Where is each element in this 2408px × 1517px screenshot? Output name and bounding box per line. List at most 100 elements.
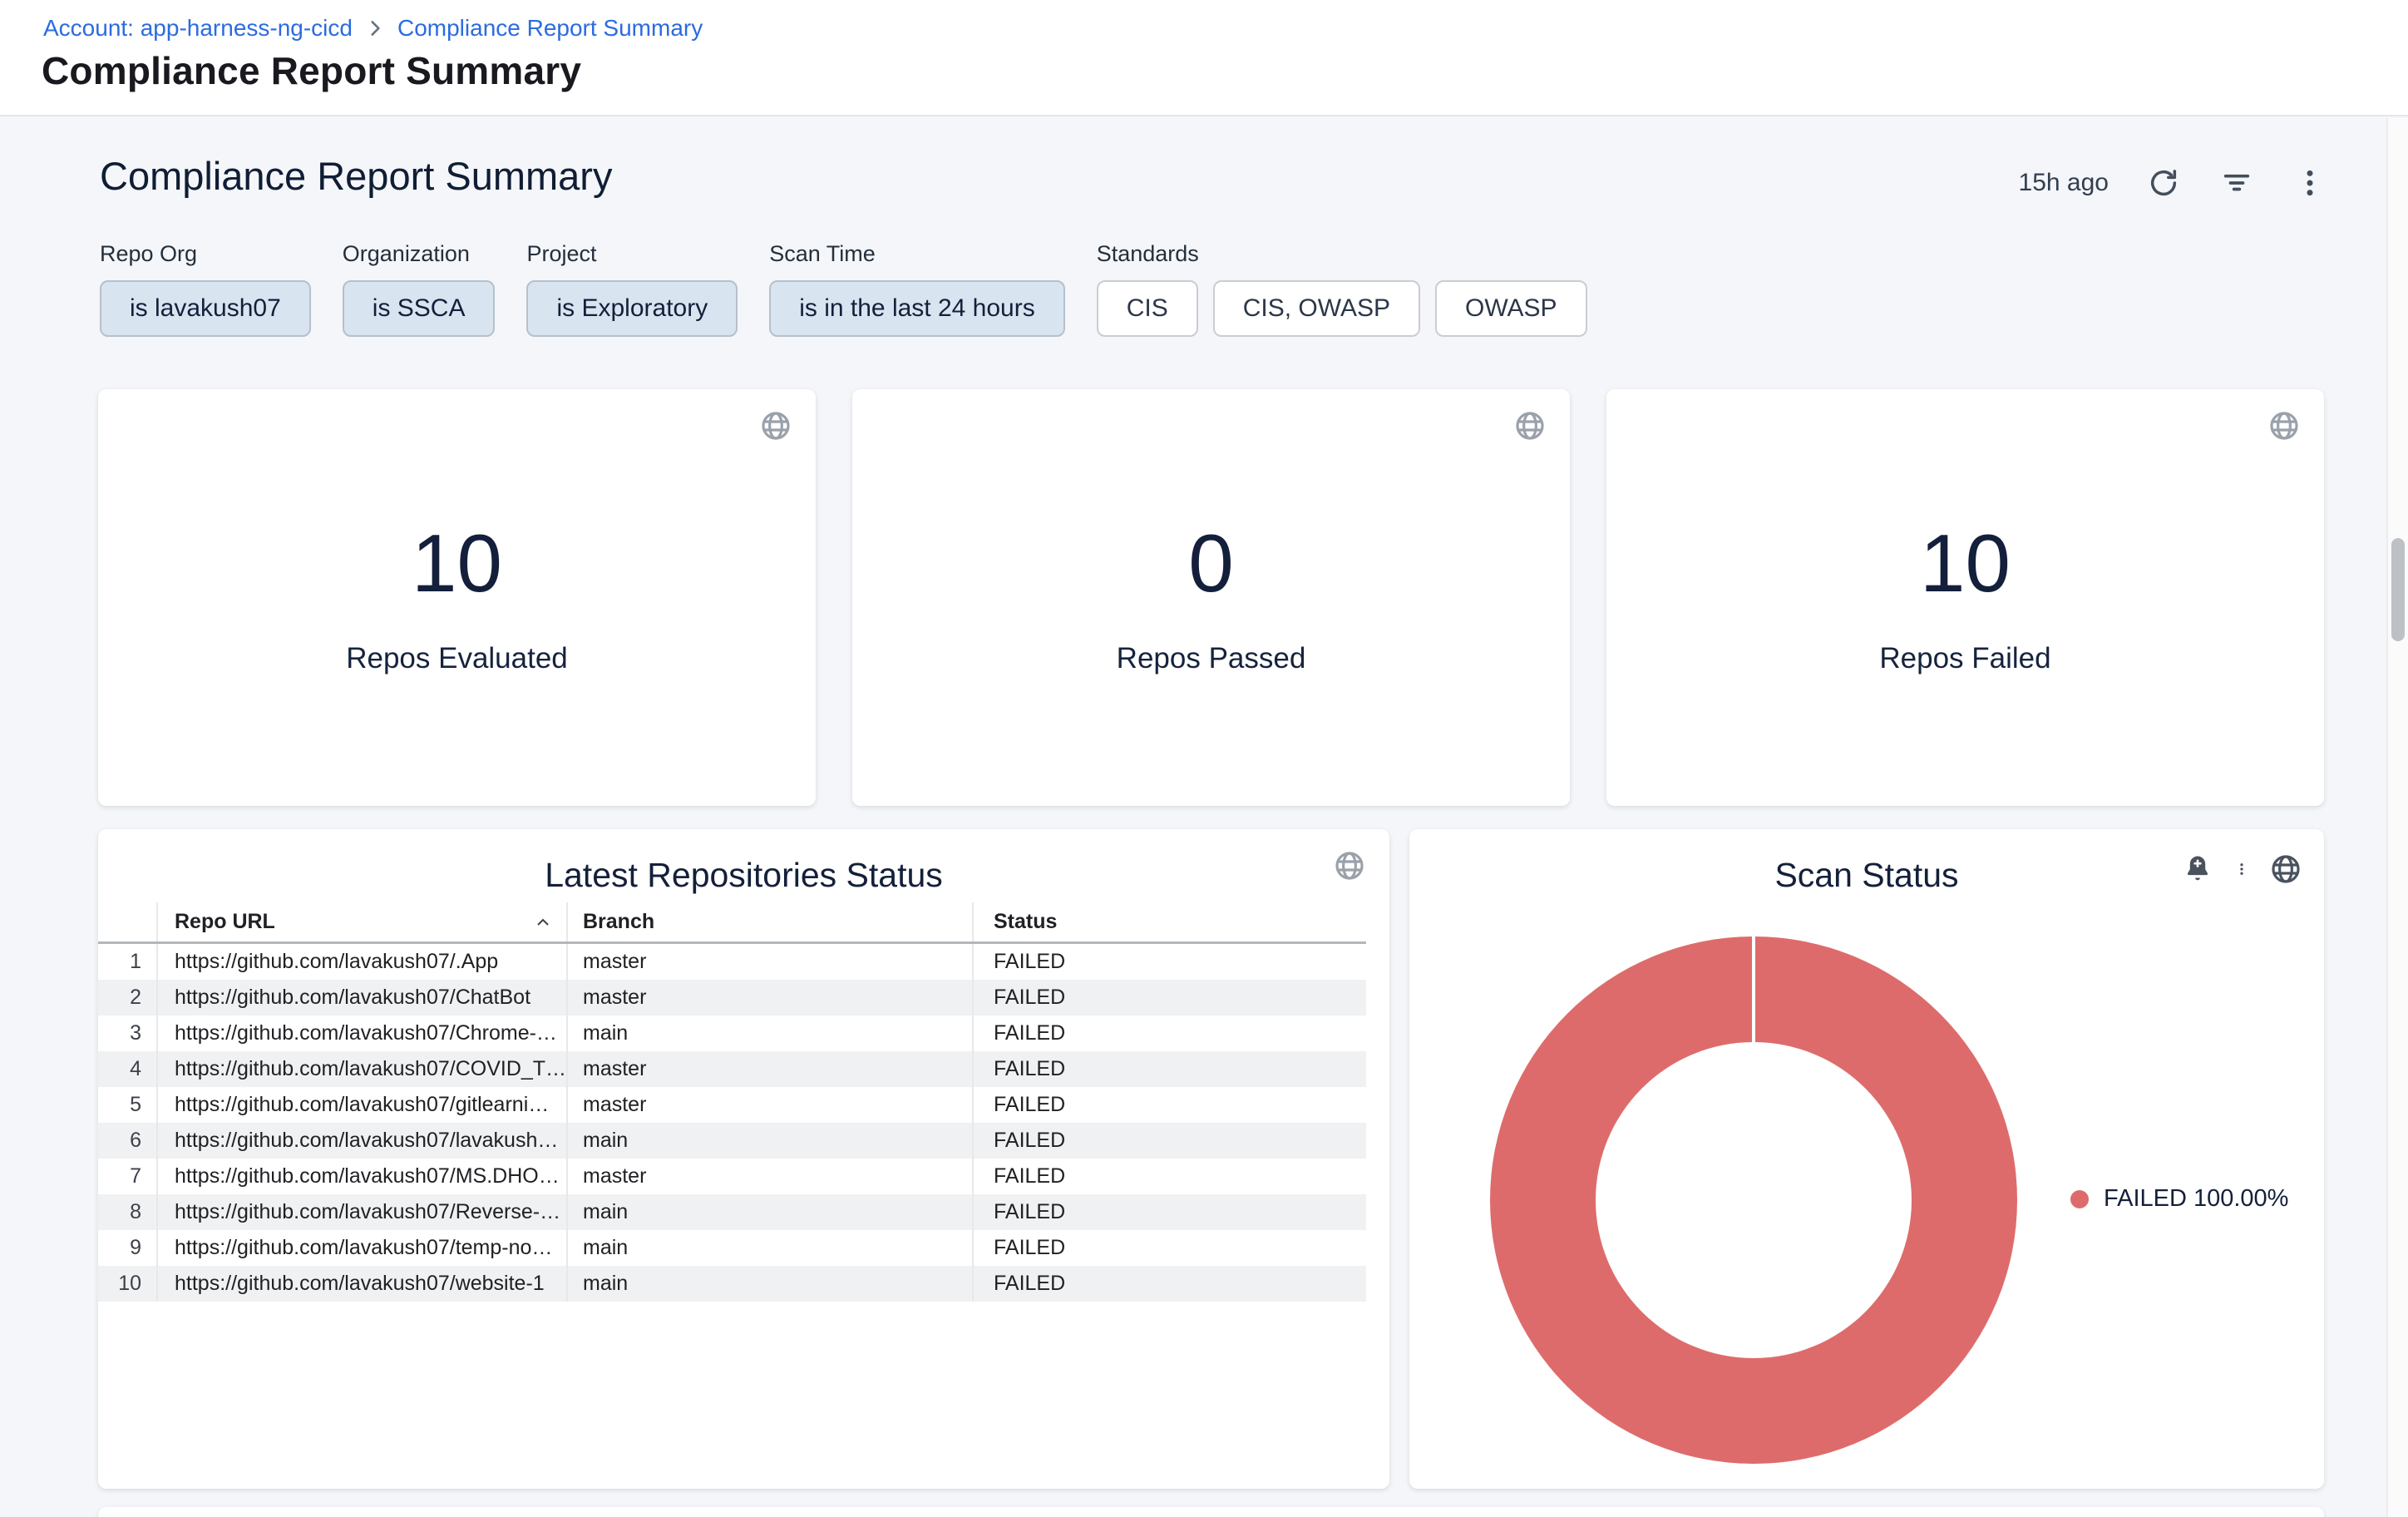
- cell-repo-url: https://github.com/lavakush07/Chrome-…: [158, 1015, 568, 1051]
- table-row: 5 https://github.com/lavakush07/gitlearn…: [98, 1087, 1366, 1123]
- table-card-title: Latest Repositories Status: [98, 829, 1389, 895]
- globe-icon[interactable]: [1333, 849, 1366, 882]
- filter-group-organization: Organization is SSCA: [343, 241, 496, 337]
- compliance-dashboard-page: Account: app-harness-ng-cicd Compliance …: [0, 0, 2408, 1517]
- kebab-menu-icon[interactable]: [2292, 165, 2328, 201]
- stat-card-repos-failed: 10 Repos Failed: [1606, 389, 2324, 806]
- stat-card-repos-evaluated: 10 Repos Evaluated: [98, 389, 816, 806]
- alert-bell-add-icon[interactable]: [2181, 852, 2214, 886]
- filter-chip-standards-cis[interactable]: CIS: [1097, 280, 1198, 337]
- cell-repo-url: https://github.com/lavakush07/MS.DHO…: [158, 1159, 568, 1194]
- legend-color-swatch: [2070, 1190, 2089, 1208]
- refresh-icon[interactable]: [2145, 165, 2182, 201]
- table-row: 4 https://github.com/lavakush07/COVID_T……: [98, 1051, 1366, 1087]
- row-number: 1: [98, 944, 158, 980]
- column-header-status[interactable]: Status: [974, 902, 1366, 941]
- filter-label: Organization: [343, 241, 496, 267]
- row-number: 4: [98, 1051, 158, 1087]
- cell-status: FAILED: [974, 1123, 1366, 1159]
- table-row: 10 https://github.com/lavakush07/website…: [98, 1266, 1366, 1302]
- table-row: 8 https://github.com/lavakush07/Reverse-…: [98, 1194, 1366, 1230]
- sort-ascending-icon[interactable]: [533, 912, 553, 932]
- cell-branch: master: [568, 980, 974, 1015]
- table-header-row: Repo URL Branch Status: [98, 902, 1366, 944]
- filter-chip-project[interactable]: is Exploratory: [526, 280, 738, 337]
- filter-group-standards: Standards CIS CIS, OWASP OWASP: [1097, 241, 1587, 337]
- stat-value: 0: [1188, 522, 1234, 604]
- vertical-scrollbar-track[interactable]: [2386, 118, 2408, 1517]
- cell-branch: main: [568, 1123, 974, 1159]
- breadcrumb-current-link[interactable]: Compliance Report Summary: [397, 15, 703, 42]
- cell-repo-url: https://github.com/lavakush07/ChatBot: [158, 980, 568, 1015]
- table-row: 6 https://github.com/lavakush07/lavakush…: [98, 1123, 1366, 1159]
- filter-chip-repo-org[interactable]: is lavakush07: [100, 280, 311, 337]
- scan-status-card: Scan Status FAILED 100.00%: [1409, 829, 2324, 1489]
- filter-icon[interactable]: [2218, 165, 2255, 201]
- dashboard-controls: 15h ago: [2019, 165, 2328, 201]
- filter-chip-scan-time[interactable]: is in the last 24 hours: [769, 280, 1065, 337]
- row-number: 7: [98, 1159, 158, 1194]
- filter-group-project: Project is Exploratory: [526, 241, 738, 337]
- cell-status: FAILED: [974, 944, 1366, 980]
- filter-label: Project: [526, 241, 738, 267]
- globe-icon[interactable]: [2269, 852, 2302, 886]
- cell-status: FAILED: [974, 1194, 1366, 1230]
- cell-status: FAILED: [974, 980, 1366, 1015]
- stat-label: Repos Failed: [1879, 642, 2050, 675]
- dashboard-title: Compliance Report Summary: [100, 153, 612, 199]
- column-header-repo-url[interactable]: Repo URL: [158, 902, 568, 941]
- stat-label: Repos Evaluated: [346, 642, 568, 675]
- filter-chip-standards-cis-owasp[interactable]: CIS, OWASP: [1213, 280, 1420, 337]
- column-header-label: Repo URL: [175, 910, 275, 934]
- breadcrumb-account-link[interactable]: Account: app-harness-ng-cicd: [43, 15, 353, 42]
- stat-value: 10: [1920, 522, 2011, 604]
- chevron-right-icon: [364, 17, 386, 39]
- row-number: 2: [98, 980, 158, 1015]
- vertical-scrollbar-thumb[interactable]: [2391, 538, 2405, 641]
- cell-repo-url: https://github.com/lavakush07/Reverse-…: [158, 1194, 568, 1230]
- latest-repositories-card: Latest Repositories Status Repo URL Bran…: [98, 829, 1389, 1489]
- scan-card-actions: [2181, 852, 2302, 886]
- globe-icon[interactable]: [2267, 409, 2301, 442]
- filter-chip-standards-owasp[interactable]: OWASP: [1435, 280, 1587, 337]
- cell-repo-url: https://github.com/lavakush07/temp-no…: [158, 1230, 568, 1266]
- row-number: 3: [98, 1015, 158, 1051]
- cell-status: FAILED: [974, 1230, 1366, 1266]
- cell-status: FAILED: [974, 1087, 1366, 1123]
- page-header: Account: app-harness-ng-cicd Compliance …: [0, 0, 2408, 116]
- cell-branch: main: [568, 1266, 974, 1302]
- globe-icon[interactable]: [1513, 409, 1547, 442]
- stat-value: 10: [412, 522, 502, 604]
- filter-group-scan-time: Scan Time is in the last 24 hours: [769, 241, 1065, 337]
- filter-label: Scan Time: [769, 241, 1065, 267]
- row-number: 5: [98, 1087, 158, 1123]
- page-title: Compliance Report Summary: [42, 48, 581, 93]
- cell-status: FAILED: [974, 1159, 1366, 1194]
- cell-branch: main: [568, 1015, 974, 1051]
- donut-slice-boundary: [1752, 936, 1755, 1042]
- cell-branch: master: [568, 1051, 974, 1087]
- cell-repo-url: https://github.com/lavakush07/.App: [158, 944, 568, 980]
- cell-branch: master: [568, 1087, 974, 1123]
- filter-label: Standards: [1097, 241, 1587, 267]
- kebab-menu-icon[interactable]: [2234, 852, 2249, 886]
- row-number-header: [98, 902, 158, 941]
- filter-chip-organization[interactable]: is SSCA: [343, 280, 496, 337]
- cell-repo-url: https://github.com/lavakush07/website-1: [158, 1266, 568, 1302]
- stat-card-repos-passed: 0 Repos Passed: [852, 389, 1570, 806]
- table-row: 7 https://github.com/lavakush07/MS.DHO… …: [98, 1159, 1366, 1194]
- row-number: 8: [98, 1194, 158, 1230]
- cell-branch: main: [568, 1230, 974, 1266]
- chart-legend: FAILED 100.00%: [2070, 1185, 2288, 1213]
- column-header-branch[interactable]: Branch: [568, 902, 974, 941]
- legend-label: FAILED 100.00%: [2104, 1185, 2288, 1213]
- donut-hole: [1596, 1042, 1912, 1358]
- scan-status-donut-chart[interactable]: [1490, 936, 2017, 1464]
- cell-status: FAILED: [974, 1266, 1366, 1302]
- row-number: 10: [98, 1266, 158, 1302]
- cell-branch: master: [568, 1159, 974, 1194]
- cell-repo-url: https://github.com/lavakush07/COVID_T…: [158, 1051, 568, 1087]
- globe-icon[interactable]: [759, 409, 792, 442]
- cell-repo-url: https://github.com/lavakush07/lavakush…: [158, 1123, 568, 1159]
- filter-label: Repo Org: [100, 241, 311, 267]
